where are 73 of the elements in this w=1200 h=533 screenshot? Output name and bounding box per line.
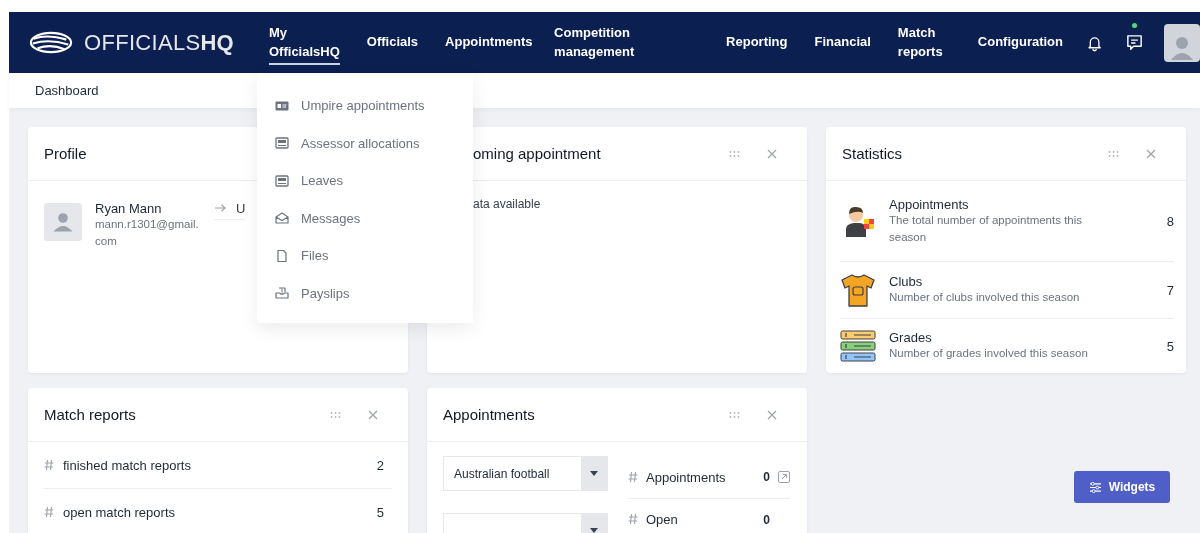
grades-list-drawing bbox=[840, 328, 876, 364]
menu-item[interactable]: Files bbox=[257, 237, 473, 275]
stat-count: 7 bbox=[1166, 282, 1174, 298]
inbox-dollar-icon bbox=[275, 287, 289, 300]
nav-tab[interactable]: Competition management bbox=[554, 20, 637, 65]
close-icon[interactable] bbox=[767, 148, 777, 159]
menu-item[interactable]: Umpire appointments bbox=[257, 87, 473, 125]
stat-label: Open bbox=[646, 513, 679, 527]
stat-count: 8 bbox=[1166, 213, 1174, 229]
stat-count: 5 bbox=[1166, 338, 1174, 354]
stat-label: Appointments bbox=[646, 469, 727, 485]
nav-tab[interactable]: My OfficialsHQ bbox=[269, 20, 340, 65]
stat-title: Grades bbox=[889, 330, 933, 345]
report-count: 2 bbox=[376, 457, 384, 473]
nav-tab[interactable]: Configuration bbox=[977, 30, 1060, 55]
menu-item[interactable]: Leaves bbox=[257, 162, 473, 200]
report-label: open match reports bbox=[63, 504, 176, 520]
profile-link[interactable]: U bbox=[214, 201, 246, 220]
newspaper-icon bbox=[275, 174, 289, 187]
stat-description: The total number of appointments this season bbox=[889, 212, 1084, 245]
close-icon[interactable] bbox=[368, 409, 378, 420]
jersey-drawing bbox=[840, 272, 876, 308]
breadcrumb: Dashboard bbox=[35, 83, 99, 98]
nav-tab[interactable]: Reporting bbox=[726, 30, 788, 55]
nav-tab[interactable]: Officials bbox=[366, 30, 419, 55]
sliders-icon bbox=[1088, 481, 1102, 493]
close-icon[interactable] bbox=[1146, 148, 1156, 159]
user-avatar[interactable] bbox=[1164, 23, 1200, 62]
nav-tab[interactable]: Financial bbox=[814, 30, 871, 55]
envelope-icon bbox=[275, 212, 289, 225]
stat-description: Number of clubs involved this season bbox=[889, 290, 1081, 305]
file-icon bbox=[275, 249, 289, 262]
chat-icon[interactable] bbox=[1125, 33, 1144, 52]
card-title: Appointments bbox=[443, 406, 536, 423]
hash-icon bbox=[44, 506, 54, 518]
stat-title: Appointments bbox=[889, 196, 970, 212]
nav-tab[interactable]: Match reports bbox=[897, 20, 951, 65]
stat-description: Number of grades involved this season bbox=[889, 346, 1089, 361]
menu-item[interactable]: Messages bbox=[257, 199, 473, 237]
menu-item[interactable]: Assessor allocations bbox=[257, 124, 473, 162]
hash-icon bbox=[628, 471, 638, 483]
hash-icon bbox=[44, 459, 54, 471]
stat-count: 0 bbox=[763, 470, 770, 484]
id-card-icon bbox=[275, 99, 289, 112]
empty-message: ata available bbox=[473, 197, 542, 211]
report-count: 5 bbox=[376, 504, 384, 520]
report-label: finished match reports bbox=[63, 457, 192, 473]
drag-handle-icon[interactable] bbox=[729, 150, 741, 157]
profile-name: Ryan Mann bbox=[95, 201, 163, 216]
hash-icon bbox=[628, 513, 638, 525]
close-icon[interactable] bbox=[767, 409, 777, 420]
logo-text: OFFICIALSHQ bbox=[84, 29, 234, 56]
profile-email: mann.r1301@gmail.com bbox=[95, 217, 200, 249]
drag-handle-icon[interactable] bbox=[330, 411, 342, 418]
newspaper-icon bbox=[275, 137, 289, 150]
card-title: Profile bbox=[44, 145, 88, 162]
filter-dropdown[interactable]: Australian football bbox=[443, 456, 608, 491]
stat-count: 0 bbox=[763, 513, 770, 527]
open-link-icon[interactable] bbox=[778, 471, 790, 483]
drag-handle-icon[interactable] bbox=[1108, 150, 1120, 157]
card-title: Match reports bbox=[44, 406, 137, 423]
card-title: oming appointment bbox=[473, 145, 602, 162]
menu-item[interactable]: Payslips bbox=[257, 274, 473, 312]
link-text: U bbox=[236, 200, 246, 216]
widgets-button[interactable]: Widgets bbox=[1074, 471, 1170, 503]
logo-icon bbox=[28, 30, 74, 55]
card-title: Statistics bbox=[842, 145, 903, 162]
caret-icon bbox=[590, 471, 598, 476]
drag-handle-icon[interactable] bbox=[729, 411, 741, 418]
arrow-right-icon bbox=[214, 203, 227, 213]
caret-icon bbox=[590, 528, 598, 533]
stat-title: Clubs bbox=[889, 274, 924, 289]
avatar-placeholder bbox=[44, 203, 82, 241]
